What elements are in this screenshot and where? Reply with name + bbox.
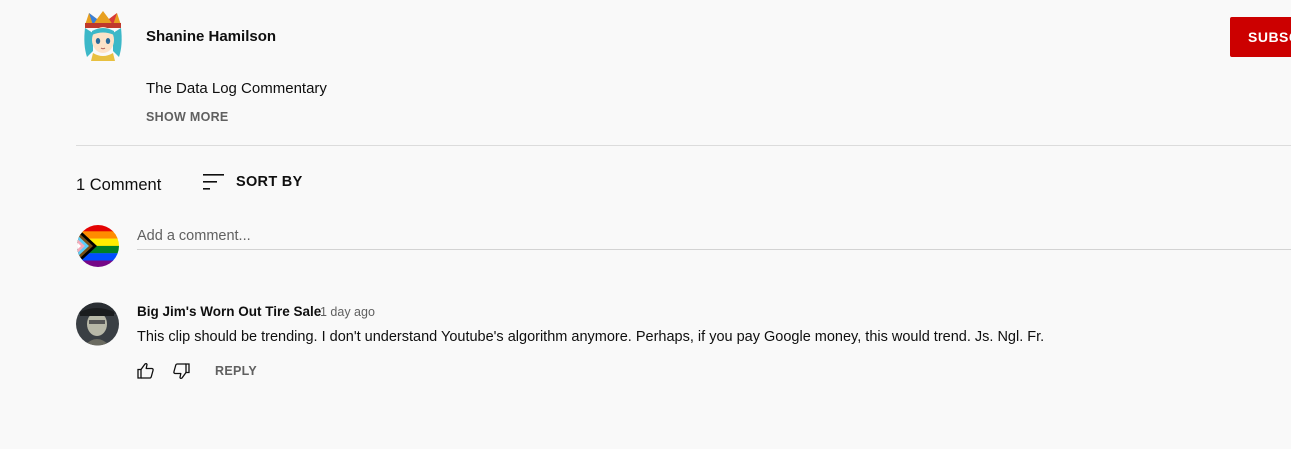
channel-avatar[interactable]: [79, 11, 127, 61]
sort-by-button[interactable]: SORT BY: [202, 171, 303, 193]
channel-name[interactable]: Shanine Hamilson: [146, 28, 276, 45]
comment-author-name[interactable]: Big Jim's Worn Out Tire Sale: [137, 304, 321, 319]
comment-author-avatar[interactable]: [76, 302, 119, 346]
comment-count: 1 Comment: [76, 176, 162, 194]
add-comment-input[interactable]: [137, 226, 1291, 250]
comment-timestamp[interactable]: 1 day ago: [320, 305, 375, 319]
comment-text: This clip should be trending. I don't un…: [137, 329, 1045, 345]
thumbs-up-icon: [137, 362, 154, 379]
reply-button[interactable]: REPLY: [215, 364, 257, 378]
divider: [76, 145, 1291, 146]
subscribe-button[interactable]: SUBSCRIBE: [1230, 17, 1291, 57]
sort-by-label: SORT BY: [236, 174, 303, 190]
video-description-and-comments: Shanine Hamilson SUBSCRIBE The Data Log …: [0, 0, 1291, 449]
video-description: The Data Log Commentary: [146, 80, 327, 97]
thumbs-down-icon: [173, 363, 190, 380]
sort-lines-icon: [203, 174, 224, 190]
dislike-button[interactable]: [171, 361, 191, 381]
person-photo-avatar-icon: [76, 302, 119, 346]
anime-character-avatar-icon: [84, 11, 122, 61]
like-button[interactable]: [136, 361, 156, 381]
current-user-avatar: [77, 224, 119, 268]
progress-pride-flag-avatar-icon: [77, 225, 119, 267]
show-more-button[interactable]: SHOW MORE: [146, 110, 229, 124]
